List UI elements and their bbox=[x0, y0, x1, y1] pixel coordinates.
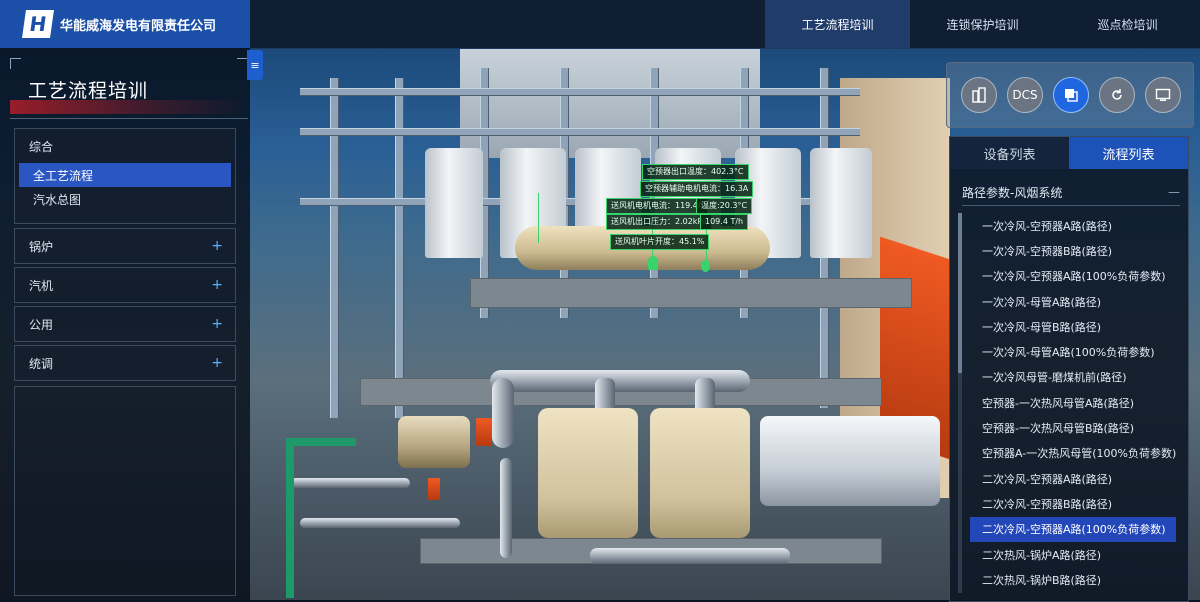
right-panel-tabs: 设备列表 流程列表 bbox=[950, 137, 1188, 169]
process-list-item[interactable]: 空预器-一次热风母管B路(路径) bbox=[970, 415, 1176, 440]
view-toolbar: DCS bbox=[946, 62, 1194, 128]
tab-inspection-training[interactable]: 巡点检培训 bbox=[1055, 0, 1200, 48]
plus-icon[interactable]: + bbox=[211, 238, 223, 254]
main-nav: 工艺流程培训 连锁保护培训 巡点检培训 bbox=[765, 0, 1200, 48]
process-list-item[interactable]: 空预器A-一次热风母管(100%负荷参数) bbox=[970, 441, 1176, 466]
coal-silo bbox=[810, 148, 872, 258]
group-label: 统调 bbox=[29, 356, 54, 371]
group-turbine-header[interactable]: 汽机 + bbox=[15, 268, 235, 302]
group-dispatch[interactable]: 统调 + bbox=[14, 345, 236, 381]
plus-icon[interactable]: + bbox=[211, 277, 223, 293]
layers-icon[interactable] bbox=[1053, 77, 1089, 113]
tab-interlock-training[interactable]: 连锁保护培训 bbox=[910, 0, 1055, 48]
steel-beam bbox=[300, 128, 860, 136]
green-pipe bbox=[286, 438, 356, 446]
top-bar: H 华能威海发电有限责任公司 工艺流程培训 连锁保护培训 巡点检培训 bbox=[0, 0, 1200, 49]
collapse-icon[interactable]: — bbox=[1168, 185, 1180, 199]
collapse-panel-button[interactable]: ≡ bbox=[247, 50, 263, 80]
group-utility-header[interactable]: 公用 + bbox=[15, 307, 235, 341]
valve bbox=[476, 418, 492, 446]
pump-motor bbox=[398, 416, 470, 468]
left-panel: 工艺流程培训 综合 全工艺流程 汽水总图 锅炉 + 汽机 + 公用 + 统调 + bbox=[0, 48, 250, 600]
steel-beam bbox=[300, 88, 860, 96]
process-list-item[interactable]: 二次冷风-空预器A路(路径) bbox=[970, 466, 1176, 491]
fan-motor bbox=[760, 416, 940, 506]
plus-icon[interactable]: + bbox=[211, 316, 223, 332]
pipe bbox=[500, 458, 512, 558]
process-list-item[interactable]: 一次冷风母管-磨煤机前(路径) bbox=[970, 365, 1176, 390]
left-panel-empty-area bbox=[14, 386, 236, 596]
building-icon[interactable] bbox=[961, 77, 997, 113]
fan-housing bbox=[538, 408, 638, 538]
process-list-item[interactable]: 一次冷风-空预器A路(路径) bbox=[970, 213, 1176, 238]
process-list-item[interactable]: 一次冷风-母管A路(100%负荷参数) bbox=[970, 339, 1176, 364]
dcs-button[interactable]: DCS bbox=[1007, 77, 1043, 113]
process-list-item[interactable]: 二次热风-锅炉B路(路径) bbox=[970, 567, 1176, 592]
item-full-process[interactable]: 全工艺流程 bbox=[19, 163, 231, 187]
green-pipe bbox=[286, 438, 294, 598]
group-turbine[interactable]: 汽机 + bbox=[14, 267, 236, 303]
tag-preheater-outlet-temp[interactable]: 空预器出口温度：402.3°C bbox=[642, 164, 749, 180]
tag-fan-blade-opening[interactable]: 送风机叶片开度：45.1% bbox=[610, 234, 710, 250]
pipe bbox=[300, 518, 460, 528]
reset-icon[interactable] bbox=[1099, 77, 1135, 113]
process-list-item[interactable]: 一次冷风-空预器B路(路径) bbox=[970, 238, 1176, 263]
group-general-header[interactable]: 综合 bbox=[15, 129, 235, 163]
brand: H 华能威海发电有限责任公司 bbox=[0, 0, 250, 48]
process-list-item[interactable]: 二次冷风-空预器A路(100%负荷参数) bbox=[970, 516, 1176, 542]
tag-fan-outlet-pressure[interactable]: 送风机出口压力：2.02kPa bbox=[606, 214, 712, 230]
tab-process-list[interactable]: 流程列表 bbox=[1069, 137, 1188, 169]
platform-upper bbox=[470, 278, 912, 308]
section-header[interactable]: 路径参数-风烟系统 — bbox=[962, 179, 1180, 206]
tab-equipment-list[interactable]: 设备列表 bbox=[950, 137, 1069, 169]
process-list-item[interactable]: 二次冷风-空预器B路(路径) bbox=[970, 491, 1176, 516]
tag-temperature[interactable]: 温度:20.3°C bbox=[696, 198, 753, 214]
process-list-item[interactable]: 一次冷风-空预器A路(100%负荷参数) bbox=[970, 264, 1176, 289]
panel-title: 工艺流程培训 bbox=[28, 80, 149, 102]
group-label: 锅炉 bbox=[29, 239, 54, 254]
sensor-marker[interactable] bbox=[648, 256, 658, 270]
group-dispatch-header[interactable]: 统调 + bbox=[15, 346, 235, 380]
group-utility[interactable]: 公用 + bbox=[14, 306, 236, 342]
tab-process-training[interactable]: 工艺流程培训 bbox=[765, 0, 910, 48]
process-list-item[interactable]: 一次冷风-母管A路(路径) bbox=[970, 289, 1176, 314]
background-tower bbox=[460, 48, 760, 158]
process-list-item[interactable]: 二次热风-锅炉A路(路径) bbox=[970, 542, 1176, 567]
pipe bbox=[590, 548, 790, 564]
item-steam-water-map[interactable]: 汽水总图 bbox=[19, 187, 231, 211]
coal-silo bbox=[425, 148, 483, 258]
screen-icon[interactable] bbox=[1145, 77, 1181, 113]
process-list-item[interactable]: 空预器-一次热风母管A路(路径) bbox=[970, 390, 1176, 415]
process-list-item[interactable]: 一次冷风-母管B路(路径) bbox=[970, 314, 1176, 339]
group-label: 公用 bbox=[29, 317, 54, 332]
scrollbar-thumb[interactable] bbox=[958, 213, 962, 373]
group-label: 综合 bbox=[29, 139, 54, 154]
tag-leader bbox=[538, 193, 539, 243]
group-boiler-header[interactable]: 锅炉 + bbox=[15, 229, 235, 263]
sensor-marker[interactable] bbox=[701, 260, 710, 272]
group-general: 综合 全工艺流程 汽水总图 bbox=[14, 128, 236, 224]
group-label: 汽机 bbox=[29, 278, 54, 293]
fan-housing bbox=[650, 408, 750, 538]
menu-icon: ≡ bbox=[250, 58, 260, 72]
process-list: 一次冷风-空预器A路(路径) 一次冷风-空预器B路(路径) 一次冷风-空预器A路(1… bbox=[968, 213, 1178, 599]
valve bbox=[428, 478, 440, 500]
tag-fan-motor-current[interactable]: 送风机电机电流：119.4A bbox=[606, 198, 709, 214]
company-name: 华能威海发电有限责任公司 bbox=[60, 18, 217, 34]
group-boiler[interactable]: 锅炉 + bbox=[14, 228, 236, 264]
tag-flow[interactable]: 109.4 T/h bbox=[700, 214, 749, 230]
header-divider bbox=[10, 118, 248, 119]
plus-icon[interactable]: + bbox=[211, 355, 223, 371]
section-title: 路径参数-风烟系统 bbox=[962, 185, 1063, 200]
company-logo: H bbox=[22, 10, 54, 38]
tag-preheater-aux-current[interactable]: 空预器辅助电机电流：16.3A bbox=[640, 181, 754, 197]
corner-decoration bbox=[10, 58, 21, 69]
right-panel: 设备列表 流程列表 路径参数-风烟系统 — 一次冷风-空预器A路(路径) 一次冷风… bbox=[949, 136, 1189, 602]
pipe bbox=[290, 478, 410, 488]
scrollbar[interactable] bbox=[958, 213, 962, 593]
air-duct-riser bbox=[492, 378, 514, 448]
